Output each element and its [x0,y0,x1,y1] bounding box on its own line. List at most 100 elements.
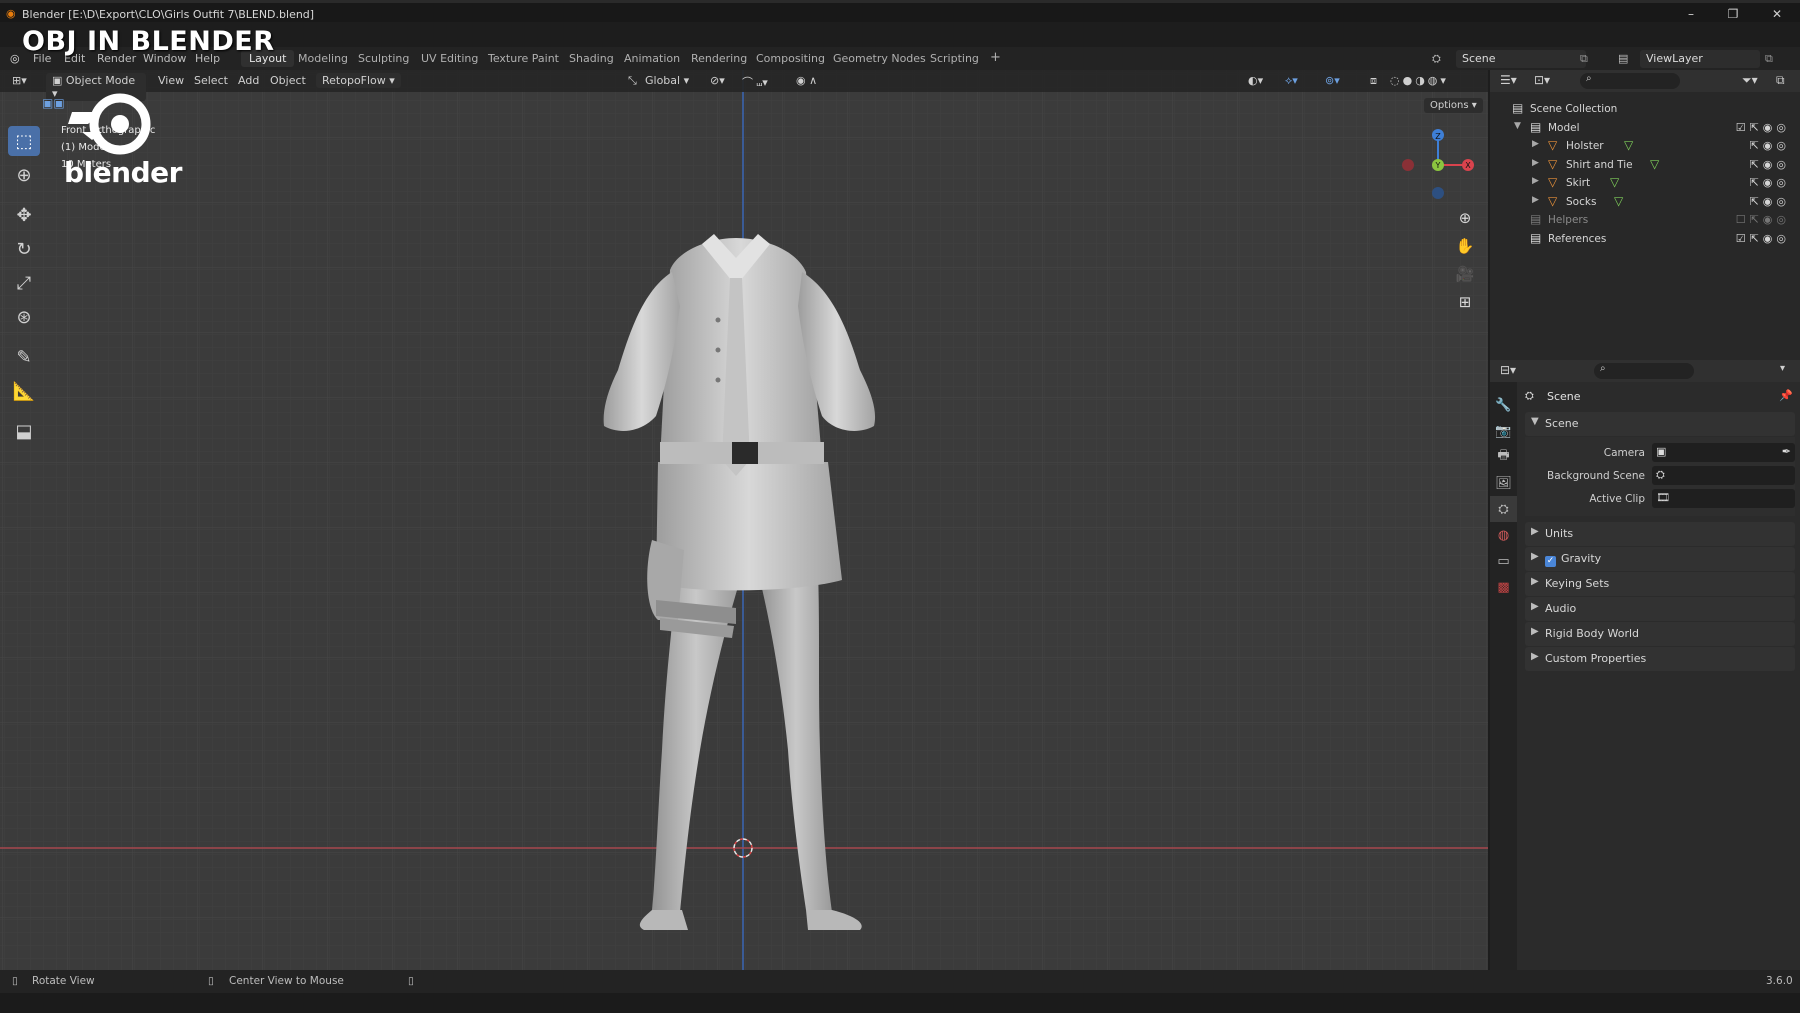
options-dropdown[interactable]: Options ▾ [1424,98,1483,113]
eyedropper-icon[interactable]: ✒ [1782,445,1791,458]
expand-triangle-icon[interactable]: ▶ [1532,195,1539,205]
grid-icon[interactable]: ⊞ [1452,289,1478,315]
workspace-tab-geometry-nodes[interactable]: Geometry Nodes [825,50,934,67]
blender-menu-icon[interactable]: ◎ [10,52,20,65]
workspace-tab-animation[interactable]: Animation [616,50,688,67]
camera-field[interactable]: ▣ ✒ [1652,443,1795,462]
row-toggles[interactable]: ☑⇱◉◎ [1736,121,1790,134]
new-view-layer-icon[interactable]: ⧉ [1765,52,1773,66]
camera-icon[interactable]: 🎥 [1452,261,1478,287]
panel-custom-properties[interactable]: ▶ Custom Properties [1525,647,1795,671]
tool-tab-icon[interactable]: 🔧 [1490,392,1517,418]
select-box-icon[interactable]: ⬚ [8,126,40,156]
new-scene-icon[interactable]: ⧉ [1580,52,1588,66]
editor-type-icon[interactable]: ⊞▾ [12,74,27,87]
viewport-menu-view[interactable]: View [158,74,184,87]
workspace-tab-scripting[interactable]: Scripting [922,50,987,67]
scene-selector[interactable]: Scene [1456,50,1586,68]
row-toggles[interactable]: ⇱◉◎ [1750,195,1790,208]
output-tab-icon[interactable]: 🖶 [1490,444,1517,470]
viewport-menu-add[interactable]: Add [238,74,259,87]
panel-rigid-body-world[interactable]: ▶ Rigid Body World [1525,622,1795,646]
workspace-tab-shading[interactable]: Shading [561,50,622,67]
chevron-down-icon[interactable]: ▾ [1780,363,1785,374]
expand-triangle-icon[interactable]: ▶ [1532,158,1539,168]
outliner-row-model[interactable]: ▼ ▤ Model ☑⇱◉◎ [1490,119,1800,138]
active-clip-field[interactable]: 🎞 [1652,489,1795,508]
close-button[interactable]: ✕ [1762,7,1792,21]
workspace-tab-sculpting[interactable]: Sculpting [350,50,417,67]
outliner-row-shirt-and-tie[interactable]: ▶ ▽ Shirt and Tie ▽ ⇱◉◎ [1490,156,1800,175]
cursor-icon[interactable]: ⊕ [8,160,40,190]
render-tab-icon[interactable]: 📷 [1490,418,1517,444]
outliner-row-holster[interactable]: ▶ ▽ Holster ▽ ⇱◉◎ [1490,137,1800,156]
pin-icon[interactable]: 📌 [1779,389,1793,402]
retopoflow-menu[interactable]: RetopoFlow ▾ [316,73,401,88]
measure-icon[interactable]: 📐 [8,376,40,406]
add-workspace-button[interactable]: + [982,48,1009,67]
pan-icon[interactable]: ✋ [1452,233,1478,259]
world-tab-icon[interactable]: ◍ [1490,522,1517,548]
texture-tab-icon[interactable]: ▩ [1490,574,1517,600]
workspace-tab-compositing[interactable]: Compositing [748,50,833,67]
workspace-tab-uv-editing[interactable]: UV Editing [413,50,486,67]
gravity-checkbox[interactable]: ✓ [1545,556,1556,567]
display-mode-icon[interactable]: ⊡▾ [1534,73,1550,87]
row-toggles[interactable]: ⇱◉◎ [1750,139,1790,152]
viewport-menu-select[interactable]: Select [194,74,228,87]
workspace-tab-modeling[interactable]: Modeling [290,50,356,67]
row-toggles[interactable]: ☑⇱◉◎ [1736,232,1790,245]
outliner-row-references[interactable]: ▤ References ☑⇱◉◎ [1490,230,1800,249]
outliner-row-helpers[interactable]: ▤ Helpers ☐⇱◉◎ [1490,211,1800,230]
outfit-model[interactable] [560,210,940,930]
annotate-icon[interactable]: ✎ [8,342,40,372]
collection-tab-icon[interactable]: ▭ [1490,548,1517,574]
outliner-editor-icon[interactable]: ☰▾ [1500,73,1517,87]
move-icon[interactable]: ✥ [8,200,40,230]
visibility-icon[interactable]: ◐▾ [1248,74,1263,87]
zoom-icon[interactable]: ⊕ [1452,205,1478,231]
navigation-gizmo[interactable]: Z Y X [1398,120,1478,210]
row-toggles[interactable]: ⇱◉◎ [1750,158,1790,171]
shading-mode-icons[interactable]: ◌●◑◍▾ [1390,74,1449,87]
pivot-point-icon[interactable]: ⊘▾ [710,74,725,87]
panel-audio[interactable]: ▶ Audio [1525,597,1795,621]
panel-keying-sets[interactable]: ▶ Keying Sets [1525,572,1795,596]
background-scene-field[interactable]: ⛭ [1652,466,1795,485]
outliner-row-skirt[interactable]: ▶ ▽ Skirt ▽ ⇱◉◎ [1490,174,1800,193]
new-collection-icon[interactable]: ⧉ [1776,73,1785,88]
view-layer-selector[interactable]: ViewLayer [1640,50,1760,68]
scale-icon[interactable]: ⤢ [8,268,40,298]
properties-editor-icon[interactable]: ⊟▾ [1500,363,1516,377]
outliner-search-input[interactable]: ⌕ [1580,73,1680,89]
transform-orientation-selector[interactable]: Global ▾ [645,74,689,87]
workspace-tab-rendering[interactable]: Rendering [683,50,755,67]
3d-viewport[interactable]: ⊞▾ ▣ Object Mode ▾ View Select Add Objec… [0,70,1488,970]
expand-triangle-icon[interactable]: ▼ [1514,121,1521,131]
panel-gravity[interactable]: ▶ ✓ Gravity [1525,547,1795,571]
expand-triangle-icon[interactable]: ▶ [1532,139,1539,149]
maximize-button[interactable]: ❐ [1718,7,1748,21]
gizmo-toggle-icon[interactable]: ⟡▾ [1285,74,1298,88]
scene-tab-icon[interactable]: ⛭ [1490,496,1517,522]
properties-search-input[interactable]: ⌕ [1594,363,1694,379]
rotate-icon[interactable]: ↻ [8,234,40,264]
transform-icon[interactable]: ⊛ [8,302,40,332]
row-toggles[interactable]: ☐⇱◉◎ [1736,213,1790,226]
outliner-row-scene-collection[interactable]: ▤ Scene Collection [1490,100,1800,119]
proportional-edit-icon[interactable]: ◉ ∧ [796,74,817,87]
overlays-toggle-icon[interactable]: ⊚▾ [1325,74,1340,87]
panel-scene[interactable]: ▼ Scene [1525,412,1795,436]
view-layer-tab-icon[interactable]: 🖼 [1490,470,1517,496]
row-toggles[interactable]: ⇱◉◎ [1750,176,1790,189]
viewport-menu-object[interactable]: Object [270,74,306,87]
add-cube-icon[interactable]: ⬓ [8,416,40,446]
scene-selector-icon[interactable]: ⛭ [1432,52,1441,66]
panel-units[interactable]: ▶ Units [1525,522,1795,546]
xray-toggle-icon[interactable]: ⧈ [1370,74,1377,88]
expand-triangle-icon[interactable]: ▶ [1532,176,1539,186]
minimize-button[interactable]: – [1676,7,1706,21]
outliner-row-socks[interactable]: ▶ ▽ Socks ▽ ⇱◉◎ [1490,193,1800,212]
filter-icon[interactable]: ⏷▾ [1742,73,1758,88]
workspace-tab-texture-paint[interactable]: Texture Paint [480,50,567,67]
